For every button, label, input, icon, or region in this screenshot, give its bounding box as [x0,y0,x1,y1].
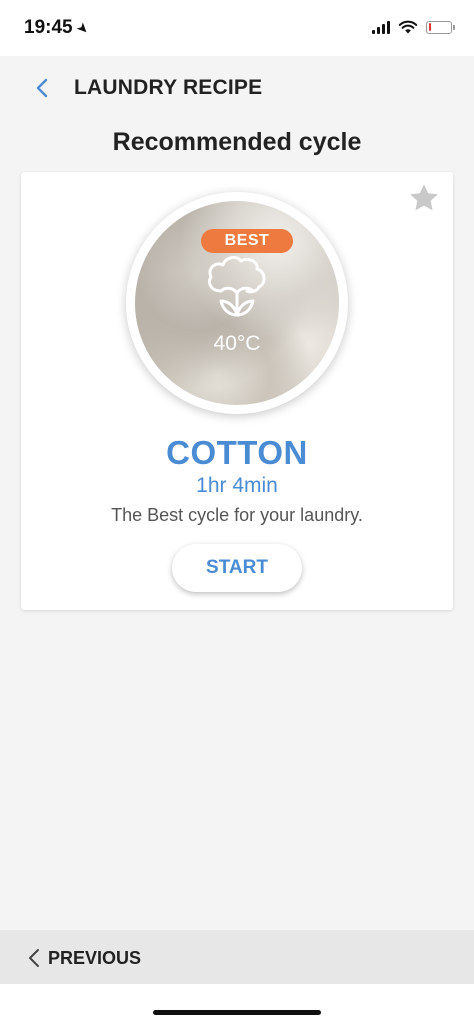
cycle-temperature: 40°C [213,332,261,355]
status-bar: 19:45➤ [0,0,474,56]
chevron-left-icon [36,78,48,98]
cotton-photo: BEST 40°C [135,201,339,405]
recommended-cycle-card: BEST 40°C COTTON 1hr 4min The Best cycle… [21,172,453,610]
cycle-duration: 1hr 4min [196,474,278,497]
wifi-icon [398,20,418,34]
favorite-button[interactable] [408,182,440,214]
cotton-icon [207,256,266,317]
previous-button[interactable]: PREVIOUS [28,944,141,972]
cycle-name: COTTON [166,434,308,471]
battery-level [428,23,432,31]
status-time: 19:45➤ [24,17,93,39]
home-indicator-area [0,984,474,1026]
cycle-image-ring[interactable]: BEST 40°C [126,192,348,414]
cycle-description: The Best cycle for your laundry. [111,505,363,525]
chevron-left-icon [29,949,39,967]
battery-icon [426,20,455,34]
status-time-text: 19:45 [24,17,73,38]
section-title: Recommended cycle [112,128,362,156]
previous-label: PREVIOUS [48,947,142,968]
header: LAUNDRY RECIPE [0,56,474,120]
back-button[interactable] [28,74,56,102]
home-indicator[interactable] [153,1010,321,1015]
best-badge: BEST [201,229,293,253]
bottom-bar: PREVIOUS [0,930,474,984]
page-title: LAUNDRY RECIPE [74,76,263,99]
location-arrow-icon: ➤ [73,18,93,38]
status-icons [372,20,455,34]
start-button[interactable]: START [172,544,302,592]
star-icon [410,184,438,211]
cellular-signal-icon [372,20,390,34]
